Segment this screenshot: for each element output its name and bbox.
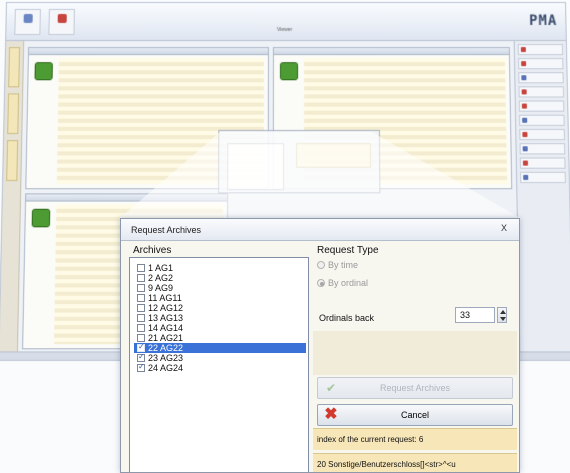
archive-icon [31,208,51,228]
request-type-label: Request Type [317,245,379,256]
archive-label: 23 AG23 [148,353,184,363]
ordinals-back-label: Ordinals back [319,313,375,323]
x-icon: ✖ [324,406,338,423]
radio-by-ordinal-label: By ordinal [328,278,369,288]
radio-button-selected[interactable] [317,279,325,287]
archive-checkbox[interactable] [137,264,145,272]
ordinals-back-spinner[interactable] [497,307,507,323]
ribbon-button-settings[interactable] [48,8,75,36]
archive-label: 12 AG12 [148,303,184,313]
tool-item[interactable] [519,157,566,169]
tool-item[interactable] [519,128,565,141]
pma-logo: PMA [528,12,558,29]
current-request-info: index of the current request: 6 [313,428,517,450]
tool-item[interactable] [519,114,565,126]
archive-label: 11 AG11 [148,293,182,303]
left-tab-strip [0,41,25,361]
archive-list-item[interactable]: 13 AG13 [134,313,306,323]
request-archives-dialog: Request Archives X Archives 1 AG1 2 AG2 9 … [120,218,520,473]
check-icon: ✔ [325,381,337,395]
close-icon[interactable]: X [501,223,507,233]
right-tool-pane [513,41,570,361]
radio-by-ordinal[interactable]: By ordinal [317,278,368,288]
archive-icon [34,62,53,81]
ribbon: Viewer PMA [6,2,566,42]
archive-label: 13 AG13 [148,313,184,323]
tool-item[interactable] [520,171,566,184]
archives-label: Archives [133,245,172,256]
radio-by-time[interactable]: By time [317,260,358,270]
archive-checkbox[interactable] [137,284,145,292]
archive-list-item[interactable]: 11 AG11 [134,293,306,303]
cancel-button[interactable]: ✖ Cancel [317,404,513,426]
archive-checkbox[interactable] [137,334,145,342]
ribbon-button-overview[interactable] [14,8,41,36]
archive-label: 9 AG9 [148,283,174,293]
archives-list[interactable]: 1 AG1 2 AG2 9 AG9 11 AG11 12 AG12 13 AG13 14 A… [129,257,309,472]
tool-item[interactable] [518,100,565,112]
archive-list-item[interactable]: 2 AG2 [134,273,306,283]
archive-list-item[interactable]: 23 AG23 [134,352,306,363]
options-area [313,331,517,375]
cancel-button-label: Cancel [400,410,429,420]
archive-list-item[interactable]: 12 AG12 [134,303,306,313]
archive-label: 14 AG14 [148,323,184,333]
archive-checkbox[interactable] [137,352,145,362]
archive-list-item[interactable]: 14 AG14 [134,323,306,333]
archive-list-item[interactable]: 21 AG21 [134,333,306,343]
archive-label: 1 AG1 [148,263,174,273]
status-text: 20 Sonstige/Benutzerschloss[]<str>^<u [313,453,517,472]
left-tab[interactable] [6,140,19,182]
archive-label: 2 AG2 [148,273,174,283]
archive-label: 21 AG21 [148,333,184,343]
dialog-title: Request Archives [131,225,202,235]
radio-by-time-label: By time [328,260,359,270]
request-archives-button[interactable]: ✔ Request Archives [317,377,513,399]
left-tab[interactable] [7,93,20,135]
archive-list-item[interactable]: 1 AG1 [134,263,306,273]
mini-request-dialog [218,129,381,194]
archive-list-item[interactable]: 22 AG22 [134,342,306,353]
request-archives-button-label: Request Archives [379,383,451,393]
tool-item[interactable] [518,86,565,98]
archive-checkbox[interactable] [137,274,145,282]
archive-label: 24 AG24 [148,363,184,373]
archive-checkbox[interactable] [137,324,145,332]
archive-list-item[interactable]: 24 AG24 [134,362,306,373]
tool-item[interactable] [517,44,564,56]
left-tab[interactable] [8,47,21,88]
archive-checkbox[interactable] [137,304,145,312]
archive-label: 22 AG22 [148,343,184,353]
tool-item[interactable] [518,58,564,70]
archive-list-item[interactable]: 9 AG9 [134,283,306,293]
tool-item[interactable] [518,72,564,84]
archive-checkbox[interactable] [137,362,145,372]
tool-item[interactable] [519,143,566,155]
app-title: Viewer [276,26,293,33]
archive-icon [279,62,299,81]
ordinals-back-input[interactable]: 33 [455,307,495,323]
archive-checkbox[interactable] [137,314,145,322]
archive-checkbox[interactable] [137,294,145,302]
archive-checkbox[interactable] [137,342,145,352]
dialog-title-bar: Request Archives X [121,219,519,241]
radio-button[interactable] [317,261,325,269]
